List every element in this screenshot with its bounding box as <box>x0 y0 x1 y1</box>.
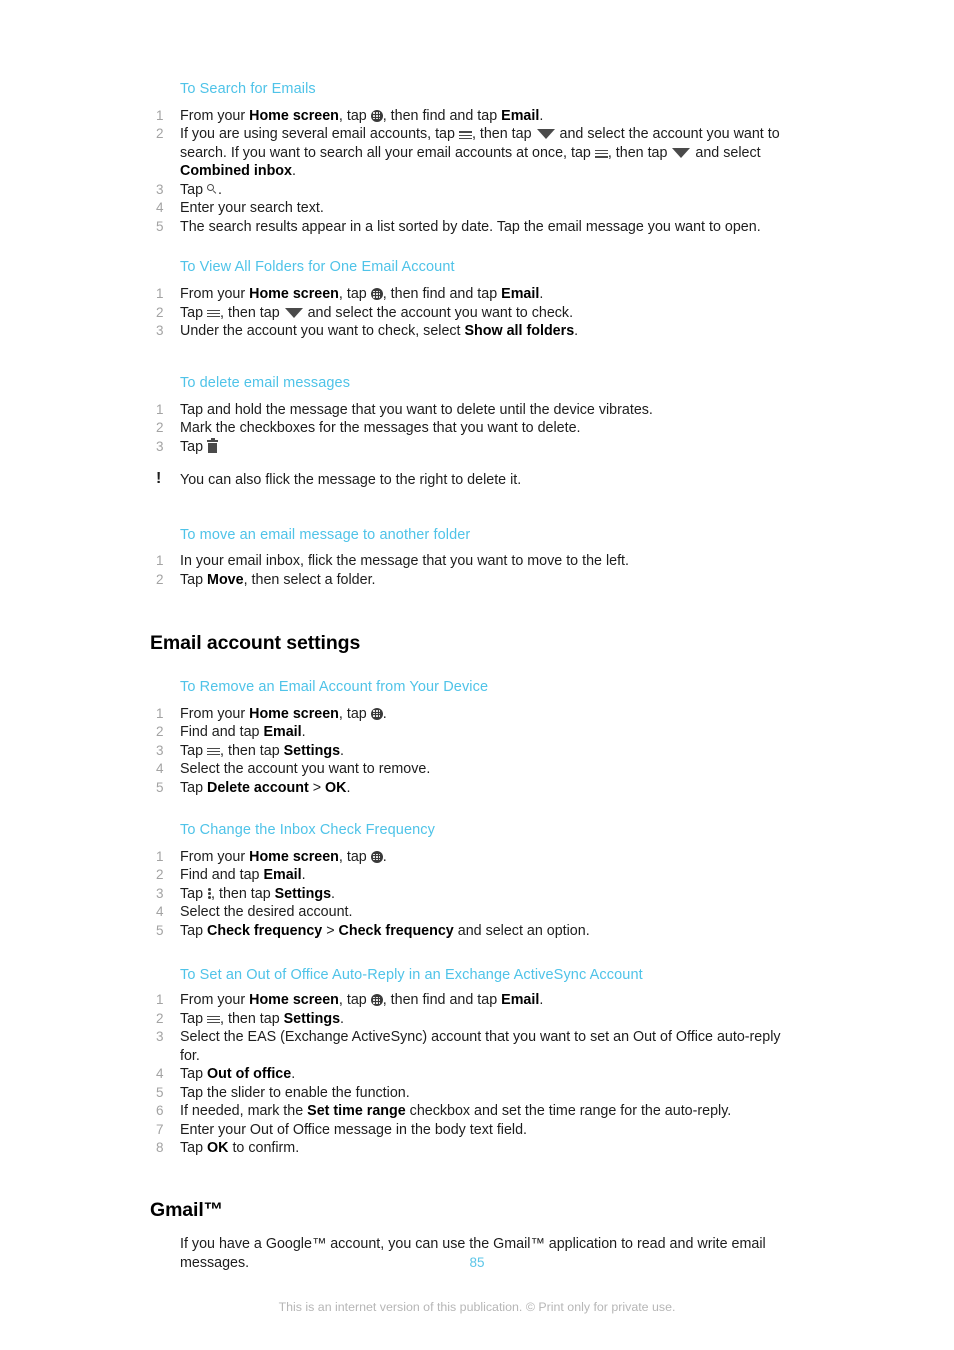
step-item: Tap <box>150 438 790 457</box>
step-item: Tap Delete account > OK. <box>156 779 351 797</box>
step-item: From your Home screen, tap , then find a… <box>156 991 544 1009</box>
step-item: Find and tap Email. <box>156 866 306 884</box>
search-icon <box>207 183 218 195</box>
step-item: Under the account you want to check, sel… <box>156 322 579 340</box>
section-remove-email-account: To Remove an Email Account from Your Dev… <box>150 678 790 797</box>
section-heading: To View All Folders for One Email Accoun… <box>180 259 455 276</box>
step-item: The search results appear in a list sort… <box>156 218 761 236</box>
section-heading: To delete email messages <box>180 374 351 391</box>
section-heading: To Search for Emails <box>180 81 316 97</box>
step-item: Tap the slider to enable the function. <box>156 1084 410 1102</box>
step-list: From your Home screen, tap . Find and ta… <box>150 705 790 798</box>
step-item: Enter your Out of Office message in the … <box>156 1121 528 1139</box>
hamburger-menu-icon <box>207 1015 221 1024</box>
step-item: Select the EAS (Exchange ActiveSync) acc… <box>156 1028 781 1064</box>
step-item: Tap , then tap Settings. <box>156 885 336 903</box>
app-drawer-icon <box>370 109 383 122</box>
section-search-for-emails: To Search for Emails From your Home scre… <box>150 80 790 236</box>
overflow-menu-icon <box>207 888 211 900</box>
step-item: Tap Out of office. <box>156 1065 296 1083</box>
step-list: Tap and hold the message that you want t… <box>150 401 790 457</box>
step-item: From your Home screen, tap , then find a… <box>156 285 544 303</box>
section-heading: To Change the Inbox Check Frequency <box>180 822 435 839</box>
app-drawer-icon <box>370 707 383 720</box>
tip-block: ! You can also flick the message to the … <box>150 470 790 490</box>
section-move-email-message: To move an email message to another fold… <box>150 526 790 590</box>
app-drawer-icon <box>370 994 383 1007</box>
step-item: Tap , then tap and select the account yo… <box>156 304 574 322</box>
step-item: Tap , then tap Settings. <box>156 1010 345 1028</box>
page-number: 85 <box>469 1255 485 1270</box>
chapter-email-account-settings: Email account settings To Remove an Emai… <box>150 631 790 1157</box>
step-list: From your Home screen, tap . Find and ta… <box>150 848 790 941</box>
step-item: Find and tap Email. <box>156 723 306 741</box>
section-delete-email-messages: To delete email messages Tap and hold th… <box>150 374 790 490</box>
step-item: Tap . <box>156 181 223 199</box>
section-change-inbox-check-frequency: To Change the Inbox Check Frequency From… <box>150 821 790 940</box>
hamburger-menu-icon <box>207 309 221 318</box>
hamburger-menu-icon <box>458 130 472 140</box>
step-item: If needed, mark the Set time range check… <box>156 1102 732 1120</box>
app-drawer-icon <box>370 288 383 301</box>
caret-down-icon <box>284 307 303 318</box>
step-item: From your Home screen, tap . <box>156 705 387 723</box>
hamburger-menu-icon <box>207 747 221 756</box>
section-heading: To move an email message to another fold… <box>180 526 471 543</box>
step-item: From your Home screen, tap , then find a… <box>156 107 544 125</box>
step-list: From your Home screen, tap , then find a… <box>150 107 790 237</box>
step-item: From your Home screen, tap . <box>156 848 387 866</box>
section-heading: To Set an Out of Office Auto-Reply in an… <box>180 967 643 984</box>
step-item: Tap OK to confirm. <box>156 1139 300 1157</box>
section-heading: To Remove an Email Account from Your Dev… <box>180 678 489 695</box>
caret-down-icon <box>672 147 691 158</box>
tip-text: You can also flick the message to the ri… <box>180 472 522 489</box>
legal-notice: This is an internet version of this publ… <box>278 1300 676 1314</box>
step-item: In your email inbox, flick the message t… <box>156 552 629 570</box>
step-item: Select the desired account. <box>156 903 353 921</box>
step-item: Tap and hold the message that you want t… <box>156 401 653 419</box>
section-view-all-folders: To View All Folders for One Email Accoun… <box>150 258 790 340</box>
hamburger-menu-icon <box>594 149 608 158</box>
step-list: From your Home screen, tap , then find a… <box>150 991 790 1158</box>
step-item: Tap Move, then select a folder. <box>156 571 376 589</box>
app-drawer-icon <box>370 850 383 863</box>
trash-icon <box>207 437 219 453</box>
page-content: To Search for Emails From your Home scre… <box>150 80 790 1272</box>
step-item: Mark the checkboxes for the messages tha… <box>156 419 581 437</box>
manual-page: To Search for Emails From your Home scre… <box>0 0 954 1350</box>
step-item: Tap Check frequency > Check frequency an… <box>156 922 590 940</box>
step-item: Select the account you want to remove. <box>156 760 431 778</box>
caret-down-icon <box>536 129 555 140</box>
tip-exclamation-icon: ! <box>156 470 162 488</box>
step-item: Tap , then tap Settings. <box>156 742 345 760</box>
step-list: From your Home screen, tap , then find a… <box>150 285 790 341</box>
step-item: Enter your search text. <box>156 199 324 217</box>
page-title: Email account settings <box>150 632 361 655</box>
gmail-title: Gmail™ <box>150 1198 224 1221</box>
step-item: If you are using several email accounts,… <box>156 125 780 180</box>
section-out-of-office-autoreply: To Set an Out of Office Auto-Reply in an… <box>150 966 790 1157</box>
step-list: In your email inbox, flick the message t… <box>150 552 790 589</box>
